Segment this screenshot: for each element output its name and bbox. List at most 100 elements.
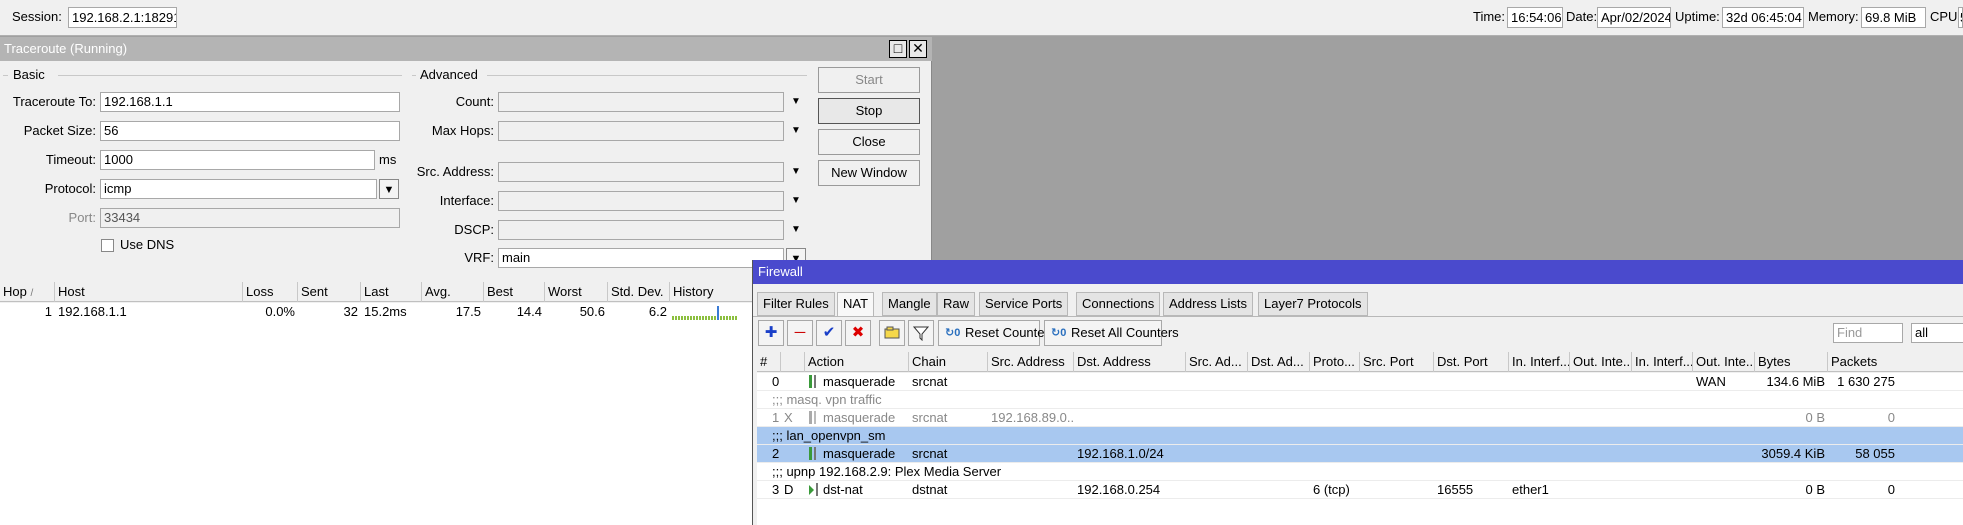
dscp-field[interactable] <box>498 220 784 240</box>
tab-address-lists[interactable]: Address Lists <box>1163 292 1254 316</box>
firewall-title-bar[interactable]: Firewall <box>753 260 1963 284</box>
reset-counters-button[interactable]: ↻0 Reset Counters <box>938 320 1055 346</box>
col-std-dev[interactable]: Std. Dev. <box>608 282 670 302</box>
col-out-interface[interactable]: Out. Inte... <box>1570 352 1632 372</box>
rule-out-if-list: WAN <box>1696 374 1726 389</box>
worst-cell: 50.6 <box>579 304 605 319</box>
table-row[interactable]: 3 D dst-nat dstnat 192.168.0.254 6 (tcp)… <box>757 481 1963 499</box>
maximize-icon[interactable]: □ <box>889 40 907 58</box>
disable-icon[interactable]: ✖ <box>845 320 871 346</box>
rule-comment: ;;; masq. vpn traffic <box>772 392 882 407</box>
src-address-label: Src. Address: <box>416 164 494 179</box>
col-action[interactable]: Action <box>805 352 909 372</box>
filter-select[interactable]: all <box>1911 323 1963 343</box>
col-loss[interactable]: Loss <box>243 282 298 302</box>
src-address-field[interactable] <box>498 162 784 182</box>
add-icon[interactable]: ✚ <box>758 320 784 346</box>
rule-dst-port: 16555 <box>1437 482 1474 497</box>
table-row-comment[interactable]: ;;; lan_openvpn_sm <box>757 427 1963 445</box>
basic-group-label: Basic <box>13 67 45 82</box>
col-num[interactable]: # <box>757 352 781 372</box>
table-row-comment[interactable]: ;;; upnp 192.168.2.9: Plex Media Server <box>757 463 1963 481</box>
protocol-label: Protocol: <box>44 181 96 196</box>
dst-nat-icon <box>809 485 814 495</box>
tab-raw[interactable]: Raw <box>937 292 976 316</box>
col-in-interface[interactable]: In. Interf... <box>1509 352 1570 372</box>
col-avg[interactable]: Avg. <box>422 282 484 302</box>
close-icon[interactable]: ✕ <box>909 40 927 58</box>
max-hops-dropdown-icon[interactable]: ▼ <box>786 121 806 141</box>
traceroute-title-bar[interactable]: Traceroute (Running) <box>0 37 932 61</box>
close-button[interactable]: Close <box>818 129 920 155</box>
table-row-comment[interactable]: ;;; masq. vpn traffic <box>757 391 1963 409</box>
col-chain[interactable]: Chain <box>909 352 988 372</box>
stop-button[interactable]: Stop <box>818 98 920 124</box>
filter-icon[interactable] <box>908 320 934 346</box>
col-in-interface-list[interactable]: In. Interf... <box>1632 352 1693 372</box>
col-dst-address[interactable]: Dst. Address <box>1074 352 1186 372</box>
interface-dropdown-icon[interactable]: ▼ <box>786 191 806 211</box>
port-field[interactable]: 33434 <box>100 208 400 228</box>
col-host[interactable]: Host <box>55 282 243 302</box>
protocol-dropdown-icon[interactable]: ▼ <box>379 179 399 199</box>
col-sent[interactable]: Sent <box>298 282 361 302</box>
advanced-group-line <box>412 75 416 76</box>
use-dns-checkbox[interactable] <box>101 239 114 252</box>
dscp-dropdown-icon[interactable]: ▼ <box>786 220 806 240</box>
col-worst[interactable]: Worst <box>545 282 608 302</box>
packet-size-field[interactable]: 56 <box>100 121 400 141</box>
date-label: Date: <box>1566 9 1598 24</box>
comment-icon[interactable] <box>879 320 905 346</box>
tab-mangle[interactable]: Mangle <box>882 292 937 316</box>
reset-all-counters-button[interactable]: ↻0 Reset All Counters <box>1044 320 1179 346</box>
col-best[interactable]: Best <box>484 282 545 302</box>
enable-icon[interactable]: ✔ <box>816 320 842 346</box>
new-window-button[interactable]: New Window <box>818 160 920 186</box>
timeout-field[interactable]: 1000 <box>100 150 375 170</box>
tab-layer7-protocols[interactable]: Layer7 Protocols <box>1258 292 1368 316</box>
remove-icon[interactable]: ─ <box>787 320 813 346</box>
col-src-address[interactable]: Src. Address <box>988 352 1074 372</box>
col-dst-address-list[interactable]: Dst. Ad... <box>1248 352 1310 372</box>
table-row[interactable]: 1 X masquerade srcnat 192.168.89.0... 0 … <box>757 409 1963 427</box>
find-input[interactable]: Find <box>1833 323 1903 343</box>
timeout-label: Timeout: <box>45 152 96 167</box>
tab-filter-rules[interactable]: Filter Rules <box>757 292 835 316</box>
session-field[interactable]: 192.168.2.1:18291 <box>68 7 177 28</box>
nat-table-header: # Action Chain Src. Address Dst. Address… <box>757 352 1963 372</box>
interface-field[interactable] <box>498 191 784 211</box>
rule-proto <box>1310 373 1360 391</box>
col-dst-port[interactable]: Dst. Port <box>1434 352 1509 372</box>
tab-connections[interactable]: Connections <box>1076 292 1161 316</box>
protocol-select[interactable]: icmp <box>100 179 377 199</box>
vrf-select[interactable]: main <box>498 248 784 268</box>
src-address-dropdown-icon[interactable]: ▼ <box>786 162 806 182</box>
tab-service-ports[interactable]: Service Ports <box>979 292 1069 316</box>
count-field[interactable] <box>498 92 784 112</box>
rule-proto <box>1310 445 1360 463</box>
tab-nat[interactable]: NAT <box>837 292 875 317</box>
traceroute-to-field[interactable]: 192.168.1.1 <box>100 92 400 112</box>
table-row[interactable]: 2 masquerade srcnat 192.168.1.0/24 3059.… <box>757 445 1963 463</box>
rule-src: 192.168.89.0... <box>991 410 1074 425</box>
col-packets[interactable]: Packets <box>1828 352 1963 372</box>
rule-chain: dstnat <box>912 482 948 497</box>
rule-chain: srcnat <box>912 374 948 389</box>
table-row[interactable]: 0 masquerade srcnat WAN 134.6 MiB 1 630 … <box>757 373 1963 391</box>
col-src-address-list[interactable]: Src. Ad... <box>1186 352 1248 372</box>
advanced-group-line <box>487 75 807 76</box>
col-last[interactable]: Last <box>361 282 422 302</box>
rule-action: masquerade <box>823 410 896 425</box>
rule-chain: srcnat <box>912 410 948 425</box>
col-bytes[interactable]: Bytes <box>1755 352 1828 372</box>
col-src-port[interactable]: Src. Port <box>1360 352 1434 372</box>
col-out-interface-list[interactable]: Out. Inte... <box>1693 352 1755 372</box>
col-protocol[interactable]: Proto... <box>1310 352 1360 372</box>
start-button[interactable]: Start <box>818 67 920 93</box>
rule-proto: 6 (tcp) <box>1313 482 1350 497</box>
count-dropdown-icon[interactable]: ▼ <box>786 92 806 112</box>
max-hops-field[interactable] <box>498 121 784 141</box>
col-hop[interactable]: Hop / <box>0 282 55 302</box>
col-flags[interactable] <box>781 352 805 372</box>
rule-flag <box>781 445 801 463</box>
